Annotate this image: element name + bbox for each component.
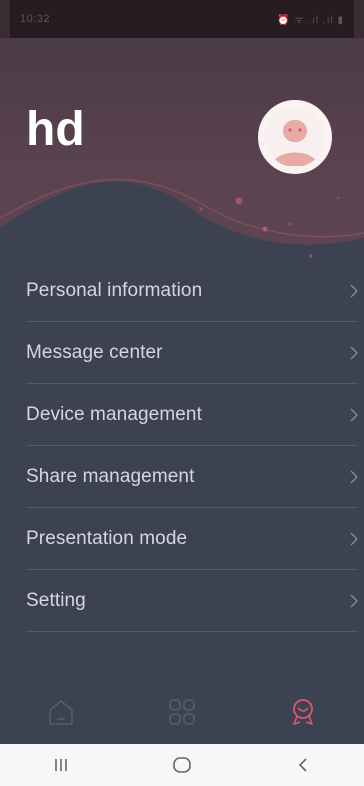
tab-apps[interactable] <box>122 680 242 744</box>
status-icons: ⏰ ᯤ .ıl .ıl ▮ <box>277 15 344 26</box>
status-time: 10:32 <box>20 13 51 25</box>
username: hd <box>26 103 85 156</box>
menu-item-label: Share management <box>26 465 195 487</box>
avatar-icon <box>265 107 325 167</box>
menu-item-setting[interactable]: Setting <box>26 570 358 632</box>
menu-item-label: Setting <box>26 589 86 611</box>
profile-badge-icon <box>293 699 314 725</box>
bottom-tab-bar <box>0 680 364 744</box>
menu-item-share-management[interactable]: Share management <box>26 446 358 508</box>
chevron-right-icon <box>350 594 358 607</box>
system-navigation-bar <box>0 744 364 786</box>
avatar[interactable] <box>258 100 332 174</box>
home-circle-icon <box>173 757 191 773</box>
chevron-right-icon <box>350 284 358 297</box>
menu-item-presentation-mode[interactable]: Presentation mode <box>26 508 358 570</box>
chevron-right-icon <box>350 470 358 483</box>
status-bar: 10:32 ⏰ ᯤ .ıl .ıl ▮ <box>0 0 364 38</box>
back-button[interactable] <box>263 744 343 786</box>
chevron-right-icon <box>350 532 358 545</box>
tab-home[interactable] <box>1 680 121 744</box>
apps-grid-icon <box>169 699 195 725</box>
home-icon <box>48 700 73 725</box>
menu-item-label: Personal information <box>26 279 203 301</box>
profile-header: hd <box>0 38 364 268</box>
menu-item-message-center[interactable]: Message center <box>26 322 358 384</box>
menu-item-device-management[interactable]: Device management <box>26 384 358 446</box>
home-system-button[interactable] <box>142 744 222 786</box>
app-screen: 10:32 ⏰ ᯤ .ıl .ıl ▮ hd Personal informat… <box>0 0 364 786</box>
menu-item-label: Presentation mode <box>26 527 188 549</box>
settings-menu: Personal information Message center Devi… <box>0 260 364 632</box>
menu-item-label: Message center <box>26 341 163 363</box>
chevron-right-icon <box>350 346 358 359</box>
recent-apps-button[interactable] <box>21 744 101 786</box>
back-icon <box>299 758 307 772</box>
menu-item-label: Device management <box>26 403 202 425</box>
chevron-right-icon <box>350 408 358 421</box>
recent-apps-icon <box>54 759 67 771</box>
menu-item-personal-information[interactable]: Personal information <box>26 260 358 322</box>
tab-profile[interactable] <box>243 680 363 744</box>
